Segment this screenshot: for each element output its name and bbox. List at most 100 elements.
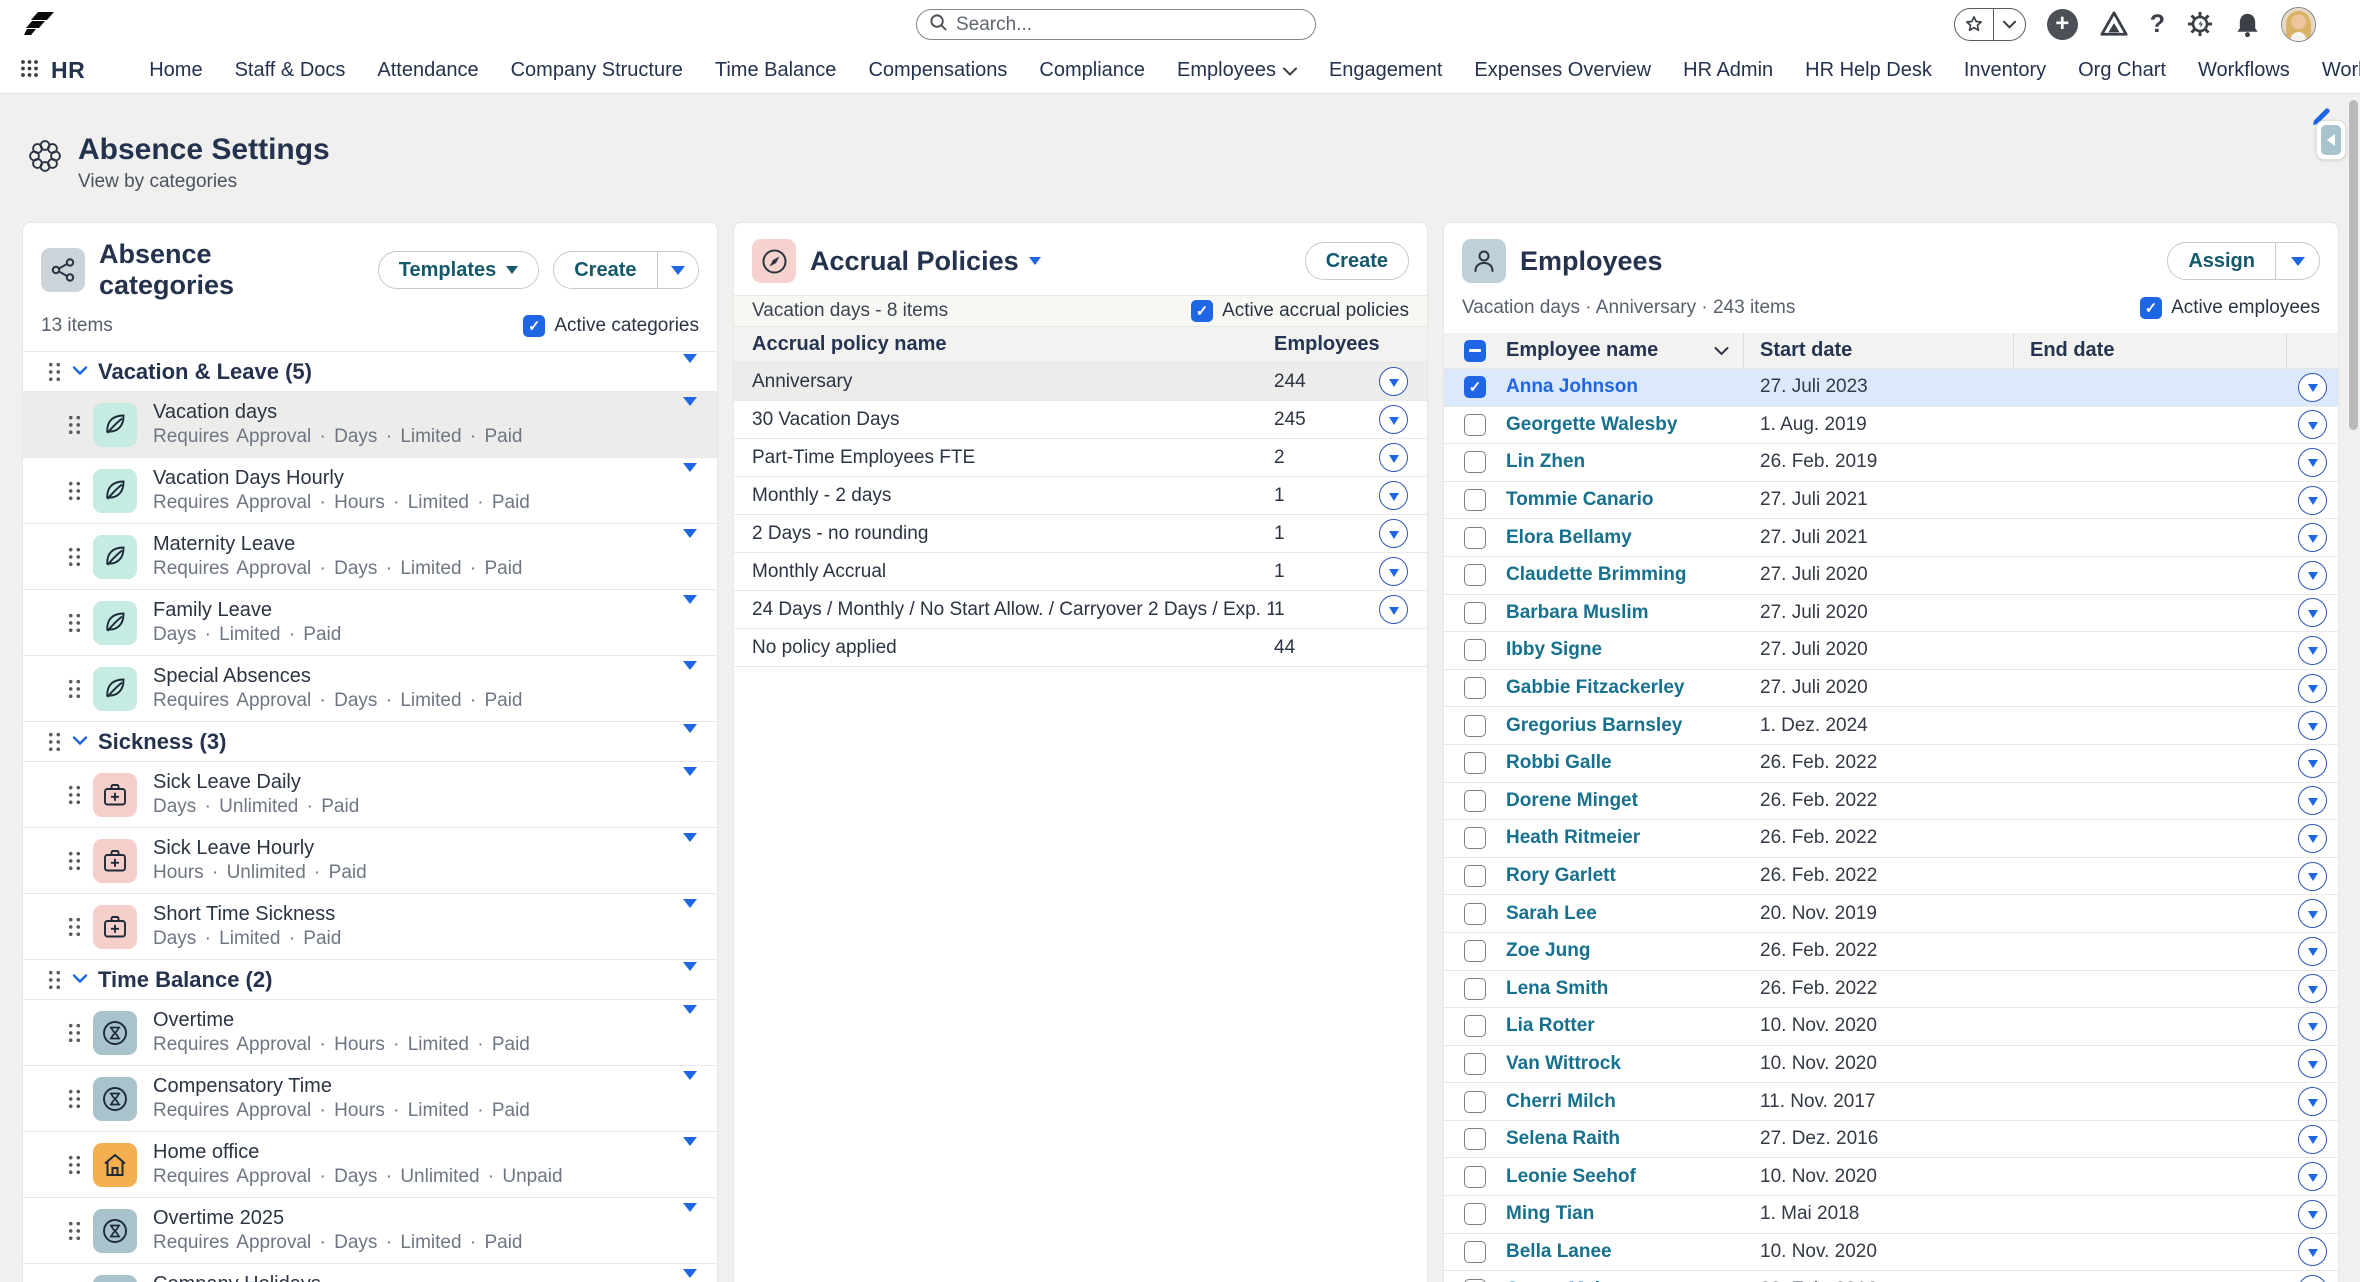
employee-checkbox[interactable] — [1464, 903, 1486, 925]
section-menu-caret-icon[interactable] — [683, 971, 697, 989]
active-employees-filter[interactable]: ✓ Active employees — [2140, 297, 2320, 319]
active-employees-checkbox[interactable]: ✓ — [2140, 297, 2162, 319]
employee-checkbox[interactable] — [1464, 865, 1486, 887]
accrual-policy-row[interactable]: No policy applied 44 — [734, 629, 1427, 667]
employee-row[interactable]: Georgette Walesby 1. Aug. 2019 — [1444, 407, 2338, 445]
employee-checkbox[interactable] — [1464, 940, 1486, 962]
employee-name-link[interactable]: Ming Tian — [1490, 1203, 1744, 1225]
employee-menu-button[interactable] — [2298, 1049, 2327, 1078]
employee-name-link[interactable]: Gregorius Barnsley — [1490, 715, 1744, 737]
absence-category-row[interactable]: Home office Requires Approval · Days · U… — [23, 1132, 717, 1198]
employee-name-link[interactable]: Anna Johnson — [1490, 376, 1744, 398]
category-menu-caret-icon[interactable] — [683, 538, 697, 556]
employee-row[interactable]: Lin Zhen 26. Feb. 2019 — [1444, 444, 2338, 482]
employee-menu-button[interactable] — [2298, 1087, 2327, 1116]
employee-row[interactable]: Van Wittrock 10. Nov. 2020 — [1444, 1046, 2338, 1084]
search-input[interactable] — [956, 14, 1303, 36]
panel-collapse-handle[interactable] — [2316, 120, 2346, 160]
policy-menu-button[interactable] — [1379, 519, 1408, 548]
favorites-button[interactable] — [1954, 8, 2026, 41]
employee-checkbox[interactable] — [1464, 978, 1486, 1000]
employee-name-link[interactable]: Georgette Walesby — [1490, 414, 1744, 436]
employee-menu-button[interactable] — [2298, 749, 2327, 778]
assign-caret[interactable] — [2275, 243, 2319, 279]
absence-category-row[interactable]: Special Absences Requires Approval · Day… — [23, 656, 717, 722]
accrual-policies-title[interactable]: Accrual Policies — [810, 246, 1041, 277]
category-section-header[interactable]: Vacation & Leave (5) — [23, 352, 717, 392]
category-menu-caret-icon[interactable] — [683, 1212, 697, 1230]
employee-name-link[interactable]: Van Wittrock — [1490, 1053, 1744, 1075]
add-icon[interactable]: + — [2047, 9, 2078, 40]
active-accrual-filter[interactable]: ✓ Active accrual policies — [1191, 300, 1409, 322]
policy-menu-button[interactable] — [1379, 481, 1408, 510]
employee-menu-button[interactable] — [2298, 711, 2327, 740]
drag-handle-icon[interactable] — [67, 1088, 82, 1110]
nav-item-home[interactable]: Home — [133, 48, 218, 93]
drag-handle-icon[interactable] — [47, 361, 62, 383]
nav-item-hr-admin[interactable]: HR Admin — [1667, 48, 1789, 93]
section-collapse-chevron-icon[interactable] — [72, 363, 88, 381]
employee-menu-button[interactable] — [2298, 523, 2327, 552]
employee-menu-button[interactable] — [2298, 1200, 2327, 1229]
employee-row[interactable]: Selena Raith 27. Dez. 2016 — [1444, 1121, 2338, 1159]
employee-row[interactable]: Dorene Minget 26. Feb. 2022 — [1444, 783, 2338, 821]
employee-menu-button[interactable] — [2298, 824, 2327, 853]
employee-name-link[interactable]: Selena Raith — [1490, 1128, 1744, 1150]
employee-checkbox[interactable] — [1464, 1128, 1486, 1150]
employee-name-link[interactable]: Leonie Seehof — [1490, 1166, 1744, 1188]
section-menu-caret-icon[interactable] — [683, 363, 697, 381]
employee-menu-button[interactable] — [2298, 899, 2327, 928]
assign-button[interactable]: Assign — [2168, 243, 2275, 279]
category-menu-caret-icon[interactable] — [683, 406, 697, 424]
employee-menu-button[interactable] — [2298, 937, 2327, 966]
employee-checkbox[interactable] — [1464, 1203, 1486, 1225]
notifications-bell-icon[interactable] — [2235, 11, 2260, 38]
nav-item-staff-docs[interactable]: Staff & Docs — [219, 48, 362, 93]
category-menu-caret-icon[interactable] — [683, 472, 697, 490]
employee-row[interactable]: Robbi Galle 26. Feb. 2022 — [1444, 745, 2338, 783]
employee-menu-button[interactable] — [2298, 1125, 2327, 1154]
employee-row[interactable]: Heath Ritmeier 26. Feb. 2022 — [1444, 820, 2338, 858]
policy-menu-button[interactable] — [1379, 405, 1408, 434]
absence-category-row[interactable]: Family Leave Days · Limited · Paid — [23, 590, 717, 656]
employee-row[interactable]: Claudette Brimming 27. Juli 2020 — [1444, 557, 2338, 595]
employee-row[interactable]: Lena Smith 26. Feb. 2022 — [1444, 971, 2338, 1009]
nav-item-hr-help-desk[interactable]: HR Help Desk — [1789, 48, 1948, 93]
employee-checkbox[interactable]: ✓ — [1464, 376, 1486, 398]
nav-item-expenses-overview[interactable]: Expenses Overview — [1458, 48, 1667, 93]
create-policy-button[interactable]: Create — [1305, 242, 1409, 280]
employee-menu-button[interactable] — [2298, 862, 2327, 891]
nav-item-org-chart[interactable]: Org Chart — [2062, 48, 2182, 93]
employee-name-link[interactable]: Cherri Milch — [1490, 1091, 1744, 1113]
section-menu-caret-icon[interactable] — [683, 733, 697, 751]
nav-item-employees[interactable]: Employees — [1161, 48, 1313, 93]
global-search[interactable] — [916, 9, 1316, 40]
nav-item-workplace[interactable]: Workplace — [2306, 48, 2360, 93]
section-collapse-chevron-icon[interactable] — [72, 971, 88, 989]
accrual-policy-row[interactable]: Monthly - 2 days 1 — [734, 477, 1427, 515]
drag-handle-icon[interactable] — [67, 612, 82, 634]
employee-menu-button[interactable] — [2298, 486, 2327, 515]
employee-name-link[interactable]: Bella Lanee — [1490, 1241, 1744, 1263]
category-menu-caret-icon[interactable] — [683, 1080, 697, 1098]
absence-category-row[interactable]: Sick Leave Daily Days · Unlimited · Paid — [23, 762, 717, 828]
policy-menu-button[interactable] — [1379, 595, 1408, 624]
star-icon[interactable] — [1955, 9, 1993, 40]
drag-handle-icon[interactable] — [67, 850, 82, 872]
employee-name-link[interactable]: Barbara Muslim — [1490, 602, 1744, 624]
employee-menu-button[interactable] — [2298, 1237, 2327, 1266]
drag-handle-icon[interactable] — [67, 1022, 82, 1044]
nav-item-company-structure[interactable]: Company Structure — [495, 48, 699, 93]
employee-checkbox[interactable] — [1464, 1241, 1486, 1263]
employee-checkbox[interactable] — [1464, 827, 1486, 849]
templates-button[interactable]: Templates — [378, 251, 539, 289]
employee-row[interactable]: Ming Tian 1. Mai 2018 — [1444, 1196, 2338, 1234]
drag-handle-icon[interactable] — [67, 1154, 82, 1176]
employee-name-link[interactable]: Dorene Minget — [1490, 790, 1744, 812]
employee-row[interactable]: Gregorius Barnsley 1. Dez. 2024 — [1444, 707, 2338, 745]
employee-menu-button[interactable] — [2298, 974, 2327, 1003]
absence-category-row[interactable]: Overtime Requires Approval · Hours · Lim… — [23, 1000, 717, 1066]
accrual-policy-row[interactable]: 24 Days / Monthly / No Start Allow. / Ca… — [734, 591, 1427, 629]
employee-checkbox[interactable] — [1464, 489, 1486, 511]
user-avatar[interactable] — [2281, 7, 2316, 42]
